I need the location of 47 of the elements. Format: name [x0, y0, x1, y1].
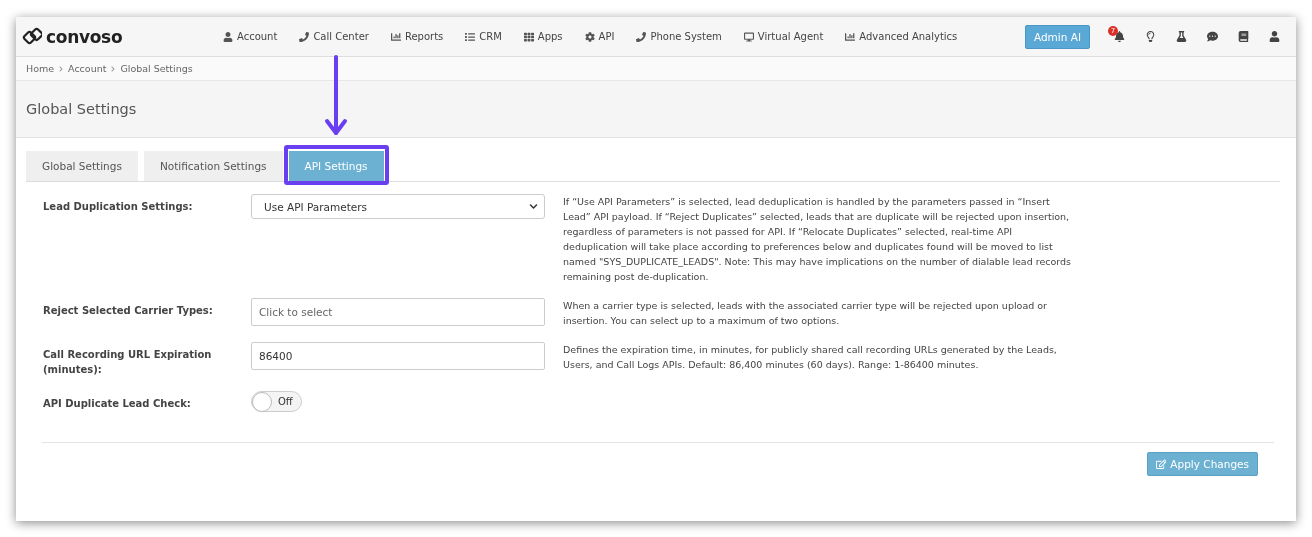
list-icon — [465, 31, 476, 42]
field-label: Call Recording URL Expiration (minutes): — [43, 348, 213, 377]
breadcrumb-link[interactable]: Account — [68, 63, 107, 74]
dropdown[interactable]: Use API Parameters — [251, 194, 545, 219]
book-icon[interactable] — [1238, 31, 1249, 42]
chevron-down-icon — [529, 202, 538, 211]
nav-link[interactable]: Call Center — [288, 31, 380, 42]
chevron-icon — [110, 65, 117, 72]
toggle-switch[interactable]: Off — [251, 391, 302, 412]
bar-chart-icon — [390, 31, 401, 42]
comment-icon[interactable] — [1207, 31, 1218, 42]
input-field[interactable]: 86400 — [251, 342, 545, 370]
phone-icon — [636, 31, 647, 42]
help-text: Defines the expiration time, in minutes, for publicly shared call recording URLs generated by the Leads, Users, and Call Logs APIs. Default: 86,400 minutes (60 days). Range: 1-86400 minutes. — [563, 343, 1058, 372]
edit-icon — [1155, 458, 1167, 470]
lightbulb-icon[interactable] — [1145, 31, 1156, 42]
nav-link[interactable]: Account — [212, 31, 289, 42]
nav-link[interactable]: Virtual Agent — [732, 31, 835, 42]
nav-link[interactable]: Phone System — [625, 31, 733, 42]
breadcrumb-link[interactable]: Global Settings — [120, 63, 193, 74]
flask-icon[interactable] — [1176, 31, 1187, 42]
bell-icon[interactable] — [1114, 31, 1125, 42]
field-label: Reject Selected Carrier Types: — [43, 304, 214, 318]
field-label: Lead Duplication Settings: — [43, 200, 194, 214]
breadcrumb-link[interactable]: Home — [26, 63, 55, 74]
page-title: Global Settings — [26, 101, 137, 117]
nav-link[interactable]: Apps — [512, 31, 574, 42]
help-text: When a carrier type is selected, leads with the associated carrier type will be rejected upon upload or insertion. You can select up to a maximum of two options. — [563, 299, 1048, 328]
monitor-icon — [743, 31, 754, 42]
nav-link[interactable]: API — [573, 31, 626, 42]
nav-link[interactable]: CRM — [454, 31, 513, 42]
tab[interactable]: Global Settings — [26, 151, 138, 181]
logo-text: convoso — [46, 26, 123, 47]
phone-icon — [299, 31, 310, 42]
help-text: If “Use API Parameters” is selected, lead deduplication is handled by the parameters passed in “Insert Lead” API payload. If “Reject Duplicates” selected, leads that are duplicate will be rejected upon insertion, regardless of parameters is not passed for API. If “Relocate Duplicates” selected, real-time API deduplication will take place according to preferences below and duplicates found will be moved to list named "SYS_DUPLICATE_LEADS". Note: This may have implications on the number of dialable lead records remaining post de-duplication. — [563, 195, 1073, 284]
input-field[interactable]: Click to select — [251, 298, 545, 326]
grid-icon — [523, 31, 534, 42]
nav-link[interactable]: Reports — [379, 31, 455, 42]
gear-icon — [584, 31, 595, 42]
nav-link[interactable]: Advanced Analytics — [834, 31, 969, 42]
user-icon — [223, 31, 233, 42]
chevron-icon — [58, 65, 65, 72]
field-label: API Duplicate Lead Check: — [43, 397, 192, 411]
tab[interactable]: Notification Settings — [143, 151, 283, 181]
user-icon[interactable] — [1269, 31, 1280, 42]
bar-chart-icon — [845, 31, 856, 42]
logo-icon — [22, 26, 42, 47]
